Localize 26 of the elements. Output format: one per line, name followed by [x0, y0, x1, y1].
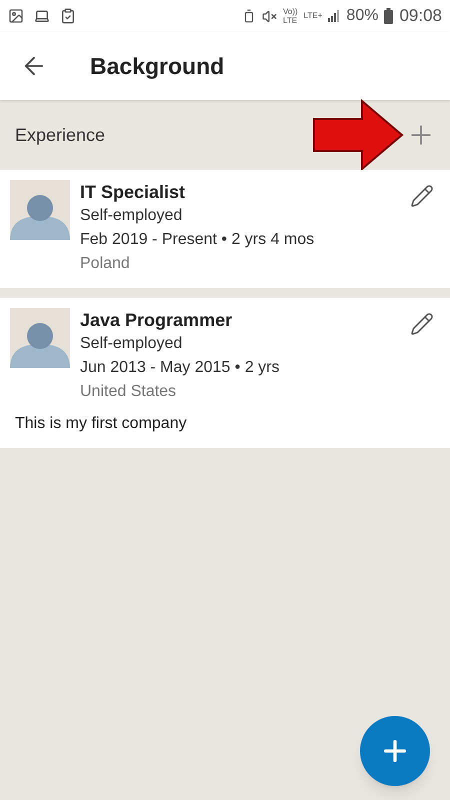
description: This is my first company: [15, 414, 188, 434]
section-title: Experience: [15, 124, 106, 147]
signal-icon: [328, 10, 340, 22]
company-name: Self-employed: [80, 334, 184, 354]
job-title: Java Programmer: [80, 309, 234, 332]
job-title: IT Specialist: [80, 181, 186, 204]
avatar-placeholder: [10, 180, 70, 240]
edit-button[interactable]: [410, 184, 434, 208]
battery-saver-icon: [242, 9, 256, 23]
battery-percent: 80%: [346, 6, 378, 26]
gallery-icon: [8, 8, 24, 24]
avatar-placeholder: [10, 308, 70, 368]
volte-indicator: Vo)) LTE: [283, 7, 298, 25]
date-range: Jun 2013 - May 2015 • 2 yrs: [80, 358, 280, 378]
location: Poland: [80, 254, 131, 274]
date-range: Feb 2019 - Present • 2 yrs 4 mos: [80, 230, 316, 250]
location: United States: [80, 382, 178, 402]
battery-icon: [384, 8, 394, 24]
company-name: Self-employed: [80, 206, 184, 226]
clipboard-icon: [60, 8, 76, 24]
edit-button[interactable]: [410, 312, 434, 336]
laptop-icon: [34, 8, 50, 24]
mute-icon: [262, 8, 277, 24]
network-indicator: LTE+: [304, 10, 322, 22]
page-title: Background: [90, 52, 224, 81]
clock: 09:08: [399, 5, 442, 28]
